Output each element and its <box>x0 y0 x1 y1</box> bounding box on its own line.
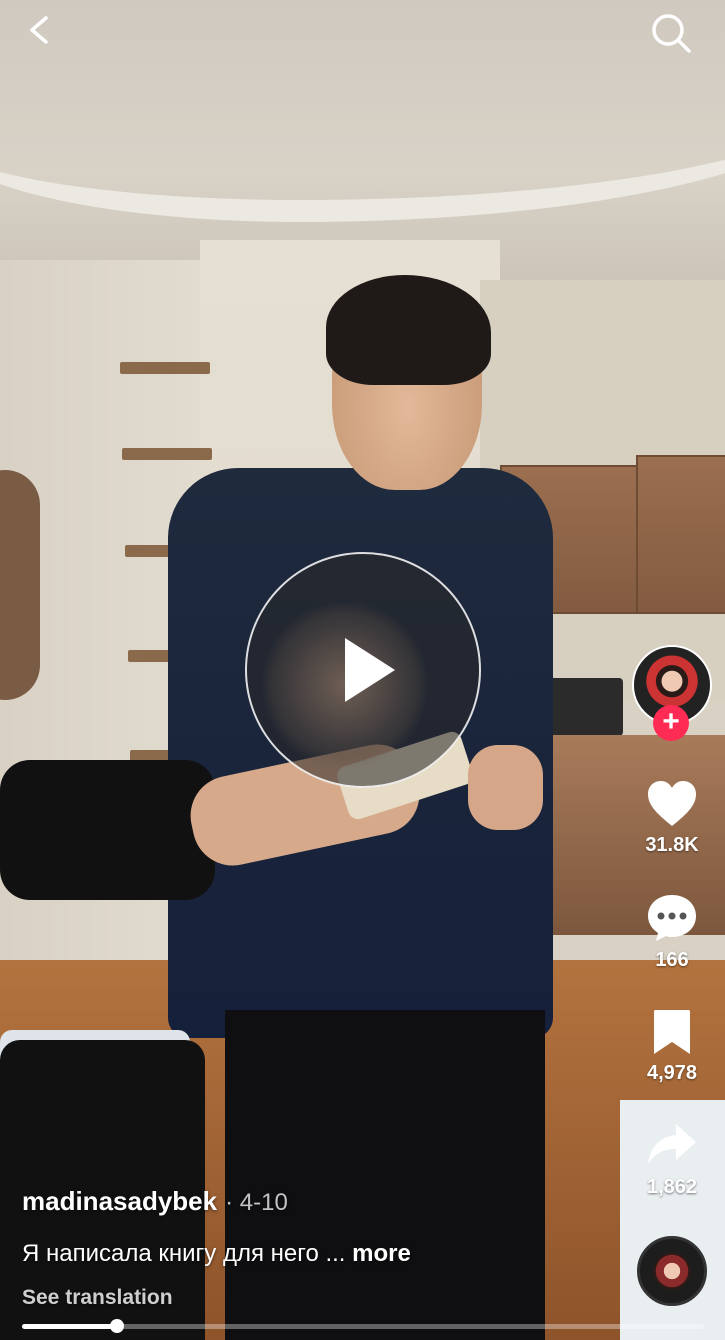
scene-ceiling-curve <box>0 10 725 222</box>
post-date: · 4-10 <box>225 1189 288 1216</box>
search-icon <box>652 14 691 53</box>
video-meta: madinasadybek · 4-10 <box>22 1186 288 1217</box>
scene-person-pants <box>225 1010 545 1340</box>
scene-cabinet <box>636 455 725 614</box>
author-username[interactable]: madinasadybek <box>22 1186 217 1216</box>
follow-button[interactable]: + <box>653 705 689 741</box>
save-button[interactable]: 4,978 <box>628 1008 716 1085</box>
scene-person-hair <box>326 275 491 385</box>
music-disc[interactable] <box>637 1236 707 1306</box>
share-icon <box>648 1124 696 1164</box>
plus-icon: + <box>662 705 680 738</box>
scene-hair-left <box>0 470 40 700</box>
progress-fill <box>22 1324 118 1329</box>
scene-shelf <box>120 362 210 374</box>
caption-text: Я написала книгу для него ... <box>22 1240 346 1267</box>
share-button[interactable]: 1,862 <box>628 1120 716 1199</box>
scene-hand-right <box>468 745 543 830</box>
see-translation-link[interactable]: See translation <box>22 1286 173 1310</box>
like-button[interactable]: 31.8K <box>628 780 716 857</box>
heart-icon <box>648 781 696 826</box>
play-button[interactable] <box>245 552 481 788</box>
chevron-left-icon <box>30 16 48 44</box>
search-button[interactable] <box>646 8 696 58</box>
bookmark-icon <box>654 1010 690 1054</box>
video-player-screen: + 31.8K 166 4,978 1,862 madinasadybek · 4… <box>0 0 725 1340</box>
scene-shelf <box>122 448 212 460</box>
play-icon <box>345 638 395 702</box>
video-caption[interactable]: Я написала книгу для него ... more <box>22 1240 411 1268</box>
comment-count: 166 <box>655 949 689 971</box>
comment-button[interactable]: 166 <box>628 893 716 972</box>
comment-icon <box>648 895 696 941</box>
save-count: 4,978 <box>646 1062 698 1084</box>
more-link[interactable]: more <box>352 1240 411 1267</box>
music-disc-cover <box>653 1252 691 1290</box>
share-count: 1,862 <box>646 1176 698 1198</box>
back-button[interactable] <box>18 8 62 52</box>
like-count: 31.8K <box>645 834 699 856</box>
scene-arm-left <box>0 760 215 900</box>
video-progress-bar[interactable] <box>22 1319 704 1333</box>
